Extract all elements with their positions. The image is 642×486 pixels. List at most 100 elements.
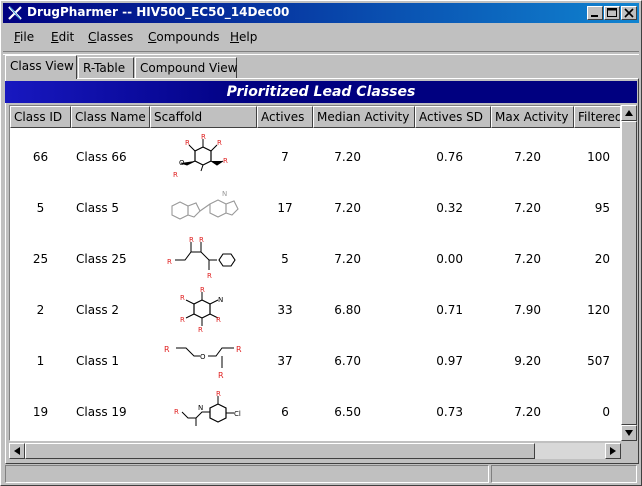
- cell-actives: 5: [281, 252, 289, 266]
- scaffold-image-2: R R R R R N: [180, 286, 223, 332]
- svg-text:R: R: [164, 345, 170, 354]
- svg-text:R: R: [180, 316, 185, 324]
- column-header-class-name[interactable]: Class Name: [71, 106, 150, 128]
- cell-median-activity: 6.80: [334, 303, 361, 317]
- horizontal-scrollbar[interactable]: [9, 443, 621, 459]
- svg-text:R: R: [218, 371, 224, 380]
- column-header-max-activity[interactable]: Max Activity: [491, 106, 574, 128]
- cell-actives: 37: [277, 354, 293, 368]
- svg-text:R: R: [217, 139, 222, 147]
- column-header-scaffold[interactable]: Scaffold: [150, 106, 257, 128]
- svg-text:R: R: [167, 258, 172, 266]
- vertical-scroll-thumb[interactable]: [621, 121, 637, 425]
- cell-max-activity: 7.90: [514, 303, 541, 317]
- menu-classes[interactable]: Classes: [88, 30, 133, 44]
- menu-compounds[interactable]: Compounds: [148, 30, 219, 44]
- svg-text:N: N: [218, 296, 223, 304]
- cell-actives-sd: 0.73: [436, 405, 463, 419]
- cell-filtered: 95: [594, 201, 610, 215]
- svg-text:R: R: [180, 294, 185, 302]
- column-header-class-id[interactable]: Class ID: [10, 106, 71, 128]
- cell-median-activity: 7.20: [334, 252, 361, 266]
- arrow-down-icon: [625, 430, 633, 436]
- minimize-button[interactable]: [587, 6, 603, 20]
- cell-class-id: 19: [32, 405, 49, 419]
- x-logo-icon: [8, 6, 22, 20]
- cell-class-name: Class 5: [76, 201, 120, 215]
- scroll-down-button[interactable]: [621, 425, 637, 441]
- maximize-icon: [607, 8, 617, 17]
- status-bar-main: [5, 465, 489, 483]
- menu-separator: [3, 51, 639, 55]
- svg-text:R: R: [201, 133, 206, 141]
- svg-text:O: O: [179, 159, 185, 167]
- cell-actives: 17: [277, 201, 293, 215]
- status-bar-secondary: [491, 465, 637, 483]
- column-header-median-activity[interactable]: Median Activity: [313, 106, 415, 128]
- cell-median-activity: 6.70: [334, 354, 361, 368]
- scaffold-image-25: RR RR: [167, 236, 236, 280]
- app-window: DrugPharmer -- HIV500_EC50_14Dec00 File …: [0, 0, 642, 486]
- banner-title: Prioritized Lead Classes: [5, 81, 637, 103]
- column-header-actives[interactable]: Actives: [257, 106, 313, 128]
- svg-text:R: R: [174, 408, 179, 416]
- cell-filtered: 20: [594, 252, 610, 266]
- svg-text:R: R: [223, 157, 228, 165]
- cell-median-activity: 7.20: [334, 201, 361, 215]
- svg-text:R: R: [189, 236, 194, 244]
- cell-filtered: 100: [587, 150, 610, 164]
- svg-text:N: N: [198, 404, 203, 412]
- horizontal-scroll-thumb[interactable]: [25, 443, 535, 459]
- scaffold-image-1: O R R R: [164, 345, 242, 380]
- menu-help[interactable]: Help: [230, 30, 257, 44]
- menu-edit[interactable]: Edit: [51, 30, 74, 44]
- arrow-left-icon: [14, 447, 20, 455]
- scroll-up-button[interactable]: [621, 105, 637, 121]
- scaffold-image-19: R R Cl N: [174, 390, 241, 426]
- cell-class-name: Class 25: [76, 252, 127, 266]
- svg-text:R: R: [216, 390, 221, 398]
- svg-text:R: R: [216, 316, 221, 324]
- column-header-filtered[interactable]: Filtered: [574, 106, 620, 128]
- scaffold-image-66: RR RR RO: [173, 133, 228, 179]
- window-title: DrugPharmer -- HIV500_EC50_14Dec00: [27, 5, 290, 19]
- cell-actives: 6: [281, 405, 289, 419]
- svg-text:Cl: Cl: [234, 410, 241, 418]
- cell-median-activity: 7.20: [334, 150, 361, 164]
- cell-max-activity: 7.20: [514, 201, 541, 215]
- cell-actives: 7: [281, 150, 289, 164]
- svg-text:R: R: [199, 236, 204, 244]
- cell-max-activity: 9.20: [514, 354, 541, 368]
- close-button[interactable]: [621, 6, 637, 20]
- cell-class-name: Class 2: [76, 303, 120, 317]
- svg-text:R: R: [198, 326, 203, 332]
- cell-max-activity: 7.20: [514, 252, 541, 266]
- svg-text:R: R: [200, 286, 205, 294]
- menu-file[interactable]: File: [14, 30, 34, 44]
- scroll-right-button[interactable]: [605, 443, 621, 459]
- cell-actives-sd: 0.00: [436, 252, 463, 266]
- vertical-scrollbar[interactable]: [621, 105, 637, 441]
- svg-text:O: O: [200, 353, 206, 361]
- tab-r-table[interactable]: R-Table: [78, 57, 134, 78]
- cell-actives-sd: 0.76: [436, 150, 463, 164]
- svg-text:R: R: [173, 171, 178, 179]
- column-header-actives-sd[interactable]: Actives SD: [415, 106, 491, 128]
- scaffold-image-5: N: [171, 190, 239, 220]
- maximize-button[interactable]: [604, 6, 620, 20]
- scroll-left-button[interactable]: [9, 443, 25, 459]
- cell-max-activity: 7.20: [514, 150, 541, 164]
- cell-actives: 33: [277, 303, 293, 317]
- title-bar[interactable]: DrugPharmer -- HIV500_EC50_14Dec00: [3, 3, 639, 23]
- cell-filtered: 120: [587, 303, 610, 317]
- cell-actives-sd: 0.97: [436, 354, 463, 368]
- cell-class-id: 2: [36, 303, 45, 317]
- cell-median-activity: 6.50: [334, 405, 361, 419]
- tab-class-view[interactable]: Class View: [5, 55, 77, 79]
- cell-class-name: Class 66: [76, 150, 127, 164]
- tab-compound-view[interactable]: Compound View: [135, 57, 238, 78]
- menu-bar: File Edit Classes Compounds Help: [3, 25, 639, 49]
- lead-classes-table: Class ID Class Name Scaffold Actives Med…: [9, 105, 621, 441]
- svg-text:R: R: [185, 139, 190, 147]
- cell-filtered: 0: [602, 405, 610, 419]
